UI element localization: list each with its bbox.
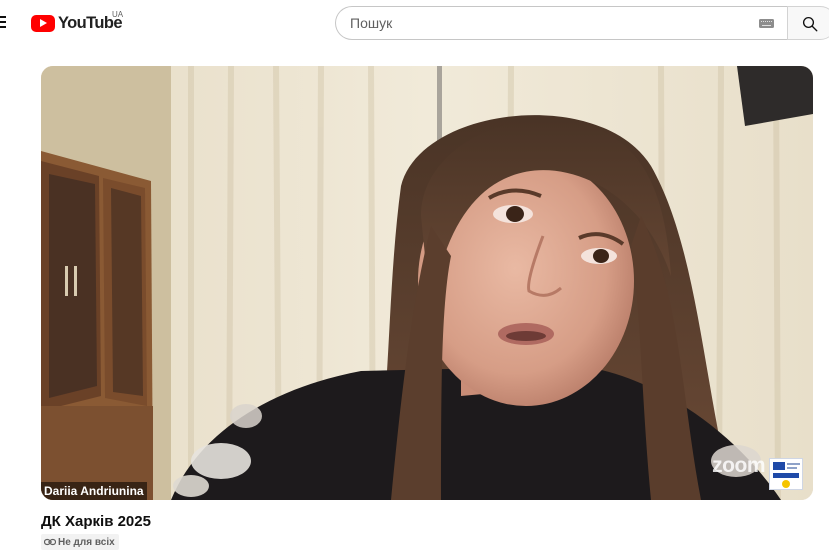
hamburger-menu-icon[interactable]: [0, 13, 10, 31]
visibility-label: Не для всіх: [58, 536, 115, 548]
search-icon: [802, 16, 818, 32]
participant-name-tag: Dariia Andriunina: [41, 482, 147, 500]
search-input[interactable]: [350, 7, 750, 39]
video-title: ДК Харків 2025: [41, 513, 151, 530]
region-code: UA: [112, 10, 124, 19]
keyboard-icon[interactable]: [759, 19, 774, 28]
youtube-logo[interactable]: YouTube UA: [31, 10, 124, 34]
video-frame: [41, 66, 813, 500]
zoom-watermark: zoom: [712, 454, 765, 477]
partner-logo: [769, 458, 803, 490]
visibility-badge: Не для всіх: [41, 534, 119, 550]
video-player[interactable]: Dariia Andriunina zoom: [41, 66, 813, 500]
top-bar: YouTube UA: [0, 0, 829, 46]
search-box: [335, 6, 788, 40]
link-icon: [44, 538, 56, 546]
search-button[interactable]: [787, 6, 829, 40]
youtube-play-icon: [31, 14, 55, 32]
